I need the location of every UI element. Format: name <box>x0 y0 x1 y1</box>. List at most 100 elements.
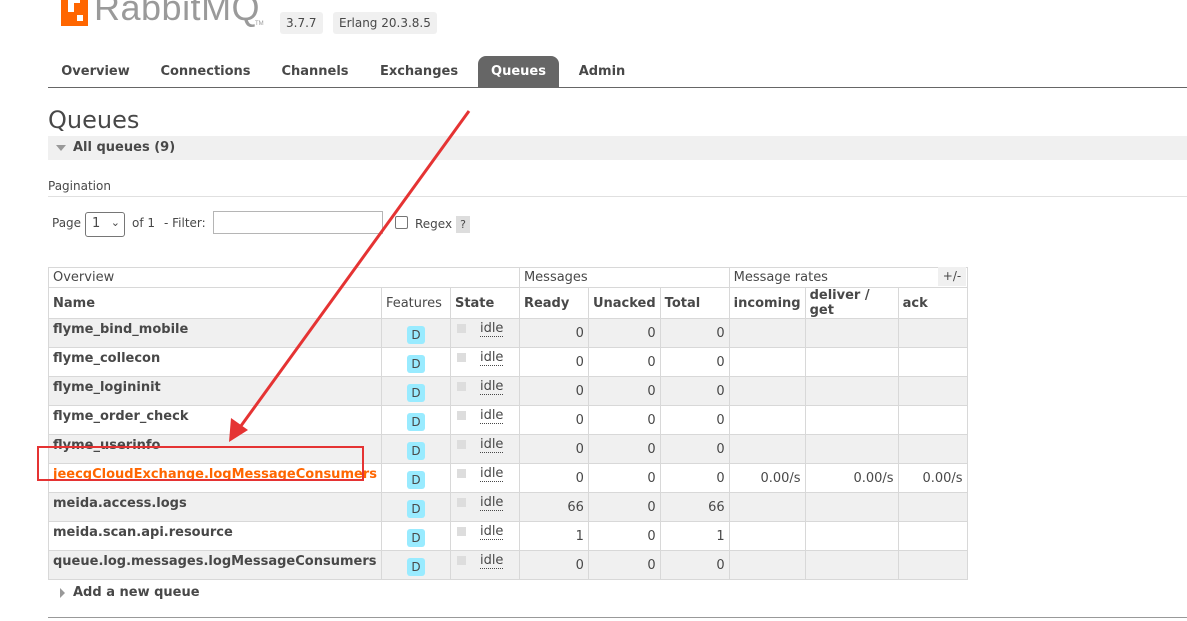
state-label: idle <box>479 378 504 395</box>
ack-rate-cell <box>897 521 968 551</box>
durable-feature-badge: D <box>406 326 425 344</box>
incoming-rate-cell <box>728 376 806 406</box>
state-indicator <box>456 323 466 333</box>
incoming-rate-cell <box>728 521 806 551</box>
unacked-cell: 0 <box>587 550 661 580</box>
queue-name-link[interactable]: meida.access.logs <box>48 492 382 522</box>
features-cell: D <box>380 492 451 522</box>
unacked-cell: 0 <box>587 347 661 377</box>
unacked-cell: 0 <box>587 405 661 435</box>
ack-rate-cell <box>897 347 968 377</box>
state-label: idle <box>479 320 504 337</box>
main-nav-tabs: Overview Connections Channels Exchanges … <box>48 56 1187 88</box>
page-select[interactable]: 1 ⌄ <box>85 212 125 237</box>
group-header-messages: Messages <box>518 267 730 288</box>
divider <box>48 617 1187 618</box>
queue-name-link[interactable]: meida.scan.api.resource <box>48 521 382 551</box>
state-cell: idle <box>449 347 520 377</box>
features-cell: D <box>380 347 451 377</box>
queue-name-link[interactable]: flyme_order_check <box>48 405 382 435</box>
features-cell: D <box>380 521 451 551</box>
ack-rate-cell: 0.00/s <box>897 463 968 493</box>
column-toggle-button[interactable]: +/- <box>938 267 966 286</box>
durable-feature-badge: D <box>406 529 425 547</box>
durable-feature-badge: D <box>406 355 425 373</box>
ready-cell: 0 <box>518 405 589 435</box>
group-header-overview: Overview <box>48 267 520 288</box>
incoming-rate-cell: 0.00/s <box>728 463 806 493</box>
col-header-features: Features <box>380 287 451 319</box>
col-header-ack[interactable]: ack <box>897 287 968 319</box>
ack-rate-cell <box>897 550 968 580</box>
all-queues-section-toggle[interactable]: All queues (9) <box>48 136 1187 160</box>
features-cell: D <box>380 318 451 348</box>
ready-cell: 0 <box>518 463 589 493</box>
col-header-deliver-get[interactable]: deliver / get <box>804 287 899 319</box>
ack-rate-cell <box>897 492 968 522</box>
col-header-total[interactable]: Total <box>659 287 730 319</box>
page-select-value: 1 <box>92 216 101 231</box>
col-header-name[interactable]: Name <box>48 287 382 319</box>
filter-label: - Filter: <box>164 216 206 230</box>
incoming-rate-cell <box>728 434 806 464</box>
page-count-label: of 1 <box>132 216 156 230</box>
group-header-message-rates: Message rates <box>728 267 968 288</box>
durable-feature-badge: D <box>406 558 425 576</box>
tab-channels[interactable]: Channels <box>271 56 359 87</box>
state-label: idle <box>479 436 504 453</box>
col-header-ready[interactable]: Ready <box>518 287 589 319</box>
state-indicator <box>456 526 466 536</box>
tab-exchanges[interactable]: Exchanges <box>370 56 468 87</box>
table-row: flyme_collecon Didle 0 0 0 <box>48 347 968 377</box>
tab-queues[interactable]: Queues <box>478 56 559 87</box>
total-cell: 0 <box>659 550 730 580</box>
deliver-get-rate-cell <box>804 521 899 551</box>
logo-text: RabbitMQ <box>94 0 261 28</box>
ready-cell: 0 <box>518 347 589 377</box>
col-header-state[interactable]: State <box>449 287 520 319</box>
state-indicator <box>456 381 466 391</box>
pagination-label: Pagination <box>48 179 111 193</box>
tab-connections[interactable]: Connections <box>152 56 259 87</box>
col-header-incoming[interactable]: incoming <box>728 287 806 319</box>
expand-triangle-icon <box>60 588 65 598</box>
regex-label: Regex <box>415 217 453 231</box>
state-indicator <box>456 497 466 507</box>
table-row: flyme_order_check Didle 0 0 0 <box>48 405 968 435</box>
state-cell: idle <box>449 318 520 348</box>
state-cell: idle <box>449 405 520 435</box>
deliver-get-rate-cell <box>804 376 899 406</box>
regex-checkbox[interactable] <box>395 216 408 229</box>
divider <box>48 196 1187 197</box>
regex-help-button[interactable]: ? <box>456 216 470 233</box>
state-cell: idle <box>449 521 520 551</box>
chevron-down-icon: ⌄ <box>110 216 120 229</box>
incoming-rate-cell <box>728 318 806 348</box>
tab-overview[interactable]: Overview <box>48 56 143 87</box>
queue-name-link[interactable]: flyme_logininit <box>48 376 382 406</box>
queue-name-link[interactable]: queue.log.messages.logMessageConsumers <box>48 550 382 580</box>
col-header-unacked[interactable]: Unacked <box>587 287 661 319</box>
state-indicator <box>456 410 466 420</box>
rabbitmq-logo: RabbitMQ TM <box>58 0 268 32</box>
table-row: meida.scan.api.resource Didle 1 0 1 <box>48 521 968 551</box>
queue-name-link[interactable]: flyme_collecon <box>48 347 382 377</box>
table-row: flyme_logininit Didle 0 0 0 <box>48 376 968 406</box>
highlight-box <box>37 446 364 481</box>
deliver-get-rate-cell <box>804 492 899 522</box>
state-cell: idle <box>449 463 520 493</box>
features-cell: D <box>380 405 451 435</box>
total-cell: 0 <box>659 463 730 493</box>
ack-rate-cell <box>897 318 968 348</box>
total-cell: 0 <box>659 434 730 464</box>
rabbitmq-logo-icon <box>61 0 88 26</box>
state-cell: idle <box>449 550 520 580</box>
durable-feature-badge: D <box>406 500 425 518</box>
tab-admin[interactable]: Admin <box>568 56 636 87</box>
queue-name-link[interactable]: flyme_bind_mobile <box>48 318 382 348</box>
durable-feature-badge: D <box>406 384 425 402</box>
add-queue-label: Add a new queue <box>73 585 200 600</box>
state-indicator <box>456 555 466 565</box>
total-cell: 0 <box>659 347 730 377</box>
filter-input[interactable] <box>213 211 383 234</box>
